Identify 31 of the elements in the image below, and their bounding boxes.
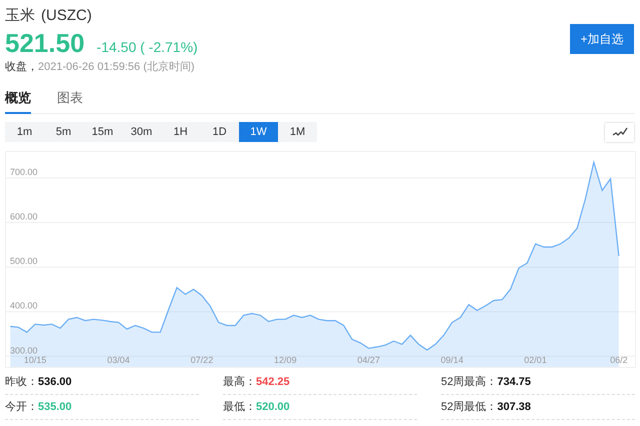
stat-value: 734.75 — [497, 374, 531, 390]
stat-value: 535.00 — [38, 400, 72, 415]
period-button[interactable]: 30m — [122, 122, 161, 142]
stat-label: 今开： — [5, 400, 38, 415]
price-change: -14.50 ( -2.71%) — [96, 38, 198, 57]
period-button[interactable]: 1W — [239, 122, 278, 142]
market-status: 收盘， — [5, 60, 38, 75]
tab[interactable]: 图表 — [57, 88, 83, 114]
period-button[interactable]: 1D — [200, 122, 239, 142]
line-chart-icon — [612, 127, 628, 137]
price: 521.50 — [5, 28, 85, 58]
period-button[interactable]: 1M — [278, 122, 317, 142]
timestamp: 2021-06-26 01:59:56 (北京时间) — [38, 60, 195, 75]
stat-label: 52周最高： — [441, 374, 498, 390]
stat-value: 307.38 — [497, 400, 531, 415]
chart-type-button[interactable] — [605, 122, 634, 142]
commodity-symbol: (USZC) — [41, 6, 92, 26]
period-button[interactable]: 15m — [83, 122, 122, 142]
period-button[interactable]: 1m — [5, 122, 44, 142]
stat-value: 536.00 — [38, 374, 72, 390]
stat-label: 最低： — [223, 400, 256, 415]
period-button[interactable]: 5m — [44, 122, 83, 142]
add-to-watchlist-button[interactable]: +加自选 — [570, 24, 634, 54]
tab[interactable]: 概览 — [5, 88, 31, 114]
period-button[interactable]: 1H — [161, 122, 200, 142]
stat-label: 昨收： — [5, 374, 38, 390]
stat-label: 最高： — [223, 374, 256, 390]
stat-value: 542.25 — [256, 374, 290, 390]
stat-label: 52周最低： — [441, 400, 498, 415]
stat-value: 520.00 — [256, 400, 290, 415]
commodity-name: 玉米 — [5, 6, 35, 26]
